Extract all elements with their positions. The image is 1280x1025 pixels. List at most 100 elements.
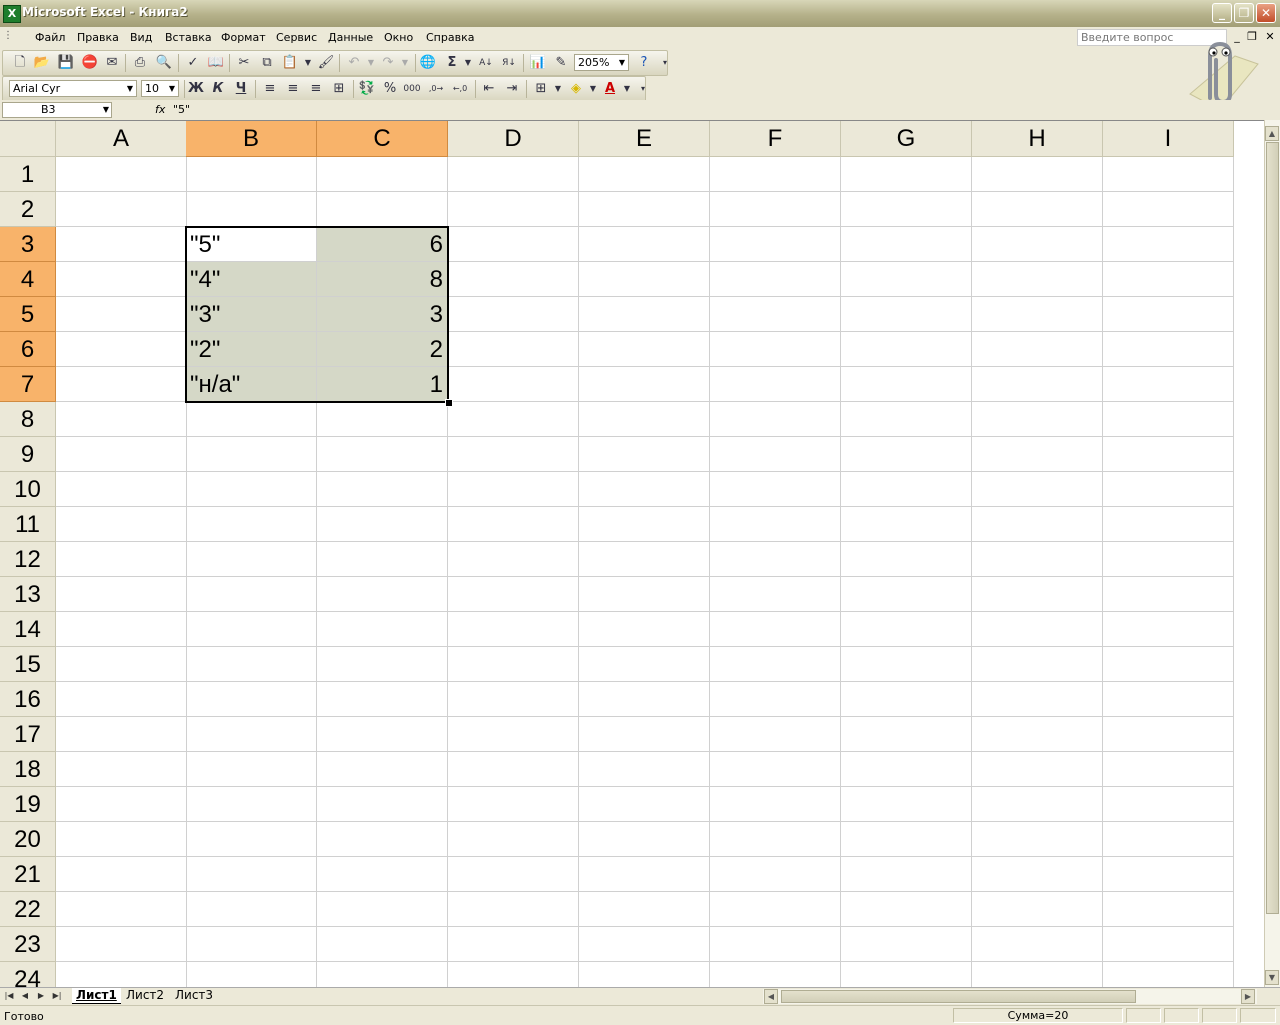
font-name-select[interactable]: Arial Cyr ▼ — [9, 80, 137, 97]
column-header-a[interactable]: A — [56, 121, 187, 157]
cell-i20[interactable] — [1103, 822, 1234, 857]
row-header-15[interactable]: 15 — [0, 647, 56, 682]
cell-b4[interactable]: "4" — [186, 262, 317, 297]
cell-d16[interactable] — [448, 682, 579, 717]
cell-b17[interactable] — [186, 717, 317, 752]
worksheet-grid[interactable]: ABCDEFGHI 1 2 3 4 5 6 7 8 9 10 11 12 13 14 15 16 17 18 19 2… — [0, 120, 1264, 988]
cell-c24[interactable] — [317, 962, 448, 988]
cell-h13[interactable] — [972, 577, 1103, 612]
cell-g17[interactable] — [841, 717, 972, 752]
cell-f20[interactable] — [710, 822, 841, 857]
cell-e7[interactable] — [579, 367, 710, 402]
font-color-icon[interactable]: A — [601, 80, 619, 98]
cell-i14[interactable] — [1103, 612, 1234, 647]
cell-a2[interactable] — [56, 192, 187, 227]
cell-h19[interactable] — [972, 787, 1103, 822]
sheet-tab-1[interactable]: Лист1 — [72, 988, 121, 1004]
cell-e15[interactable] — [579, 647, 710, 682]
row-header-1[interactable]: 1 — [0, 157, 56, 192]
insert-function-button[interactable]: fx — [155, 103, 165, 116]
cell-b24[interactable] — [186, 962, 317, 988]
cell-c4[interactable]: 8 — [317, 262, 448, 297]
cell-c9[interactable] — [317, 437, 448, 472]
cell-g2[interactable] — [841, 192, 972, 227]
cell-a6[interactable] — [56, 332, 187, 367]
paste-dropdown-icon[interactable]: ▼ — [299, 54, 317, 72]
scroll-right-icon[interactable]: ▶ — [1241, 989, 1255, 1004]
cell-f21[interactable] — [710, 857, 841, 892]
cell-g3[interactable] — [841, 227, 972, 262]
cell-c10[interactable] — [317, 472, 448, 507]
sheet-tab-2[interactable]: Лист2 — [122, 988, 168, 1003]
row-header-18[interactable]: 18 — [0, 752, 56, 787]
cell-h1[interactable] — [972, 157, 1103, 192]
cell-e14[interactable] — [579, 612, 710, 647]
cell-h5[interactable] — [972, 297, 1103, 332]
cell-e12[interactable] — [579, 542, 710, 577]
cell-i21[interactable] — [1103, 857, 1234, 892]
cell-h6[interactable] — [972, 332, 1103, 367]
spelling-icon[interactable]: ✓ — [184, 54, 202, 72]
menu-help[interactable]: Справка — [426, 31, 474, 44]
undo-dropdown-icon[interactable]: ▼ — [362, 54, 380, 72]
cell-e18[interactable] — [579, 752, 710, 787]
cell-c14[interactable] — [317, 612, 448, 647]
cell-h9[interactable] — [972, 437, 1103, 472]
cell-d18[interactable] — [448, 752, 579, 787]
increase-indent-icon[interactable]: ⇥ — [503, 80, 521, 98]
cell-a10[interactable] — [56, 472, 187, 507]
cell-i7[interactable] — [1103, 367, 1234, 402]
toolbar-options-icon[interactable]: ▾ — [656, 54, 674, 72]
cell-g5[interactable] — [841, 297, 972, 332]
cell-b10[interactable] — [186, 472, 317, 507]
sheet-tab-3[interactable]: Лист3 — [171, 988, 217, 1003]
cell-b20[interactable] — [186, 822, 317, 857]
cell-f24[interactable] — [710, 962, 841, 988]
horizontal-scroll-thumb[interactable] — [781, 990, 1136, 1003]
cell-e8[interactable] — [579, 402, 710, 437]
decrease-indent-icon[interactable]: ⇤ — [480, 80, 498, 98]
cell-b16[interactable] — [186, 682, 317, 717]
cell-b23[interactable] — [186, 927, 317, 962]
cell-c7[interactable]: 1 — [317, 367, 448, 402]
research-icon[interactable]: 📖 — [207, 54, 225, 72]
row-header-16[interactable]: 16 — [0, 682, 56, 717]
cell-c11[interactable] — [317, 507, 448, 542]
excel-app-icon[interactable]: X — [3, 5, 21, 23]
borders-icon[interactable]: ⊞ — [532, 80, 550, 98]
cell-g14[interactable] — [841, 612, 972, 647]
thousands-icon[interactable]: 000 — [403, 80, 421, 98]
cell-f14[interactable] — [710, 612, 841, 647]
cell-f12[interactable] — [710, 542, 841, 577]
cell-h22[interactable] — [972, 892, 1103, 927]
cell-g13[interactable] — [841, 577, 972, 612]
cell-h12[interactable] — [972, 542, 1103, 577]
cell-c22[interactable] — [317, 892, 448, 927]
cell-a24[interactable] — [56, 962, 187, 988]
cell-e10[interactable] — [579, 472, 710, 507]
first-sheet-icon[interactable]: |◀ — [4, 990, 14, 1002]
cell-a17[interactable] — [56, 717, 187, 752]
cell-d9[interactable] — [448, 437, 579, 472]
cell-f15[interactable] — [710, 647, 841, 682]
cell-d17[interactable] — [448, 717, 579, 752]
cell-f4[interactable] — [710, 262, 841, 297]
cell-b6[interactable]: "2" — [186, 332, 317, 367]
cell-i12[interactable] — [1103, 542, 1234, 577]
cell-b3[interactable]: "5" — [186, 227, 317, 262]
cell-c17[interactable] — [317, 717, 448, 752]
cell-i8[interactable] — [1103, 402, 1234, 437]
cell-d11[interactable] — [448, 507, 579, 542]
cell-f2[interactable] — [710, 192, 841, 227]
cell-i10[interactable] — [1103, 472, 1234, 507]
cell-g6[interactable] — [841, 332, 972, 367]
cell-f5[interactable] — [710, 297, 841, 332]
currency-icon[interactable]: 💱 — [358, 80, 376, 98]
row-header-23[interactable]: 23 — [0, 927, 56, 962]
menu-data[interactable]: Данные — [328, 31, 373, 44]
last-sheet-icon[interactable]: ▶| — [52, 990, 62, 1002]
paste-icon[interactable]: 📋 — [281, 54, 299, 72]
cell-e19[interactable] — [579, 787, 710, 822]
cell-d13[interactable] — [448, 577, 579, 612]
minimize-button[interactable]: _ — [1212, 3, 1232, 23]
